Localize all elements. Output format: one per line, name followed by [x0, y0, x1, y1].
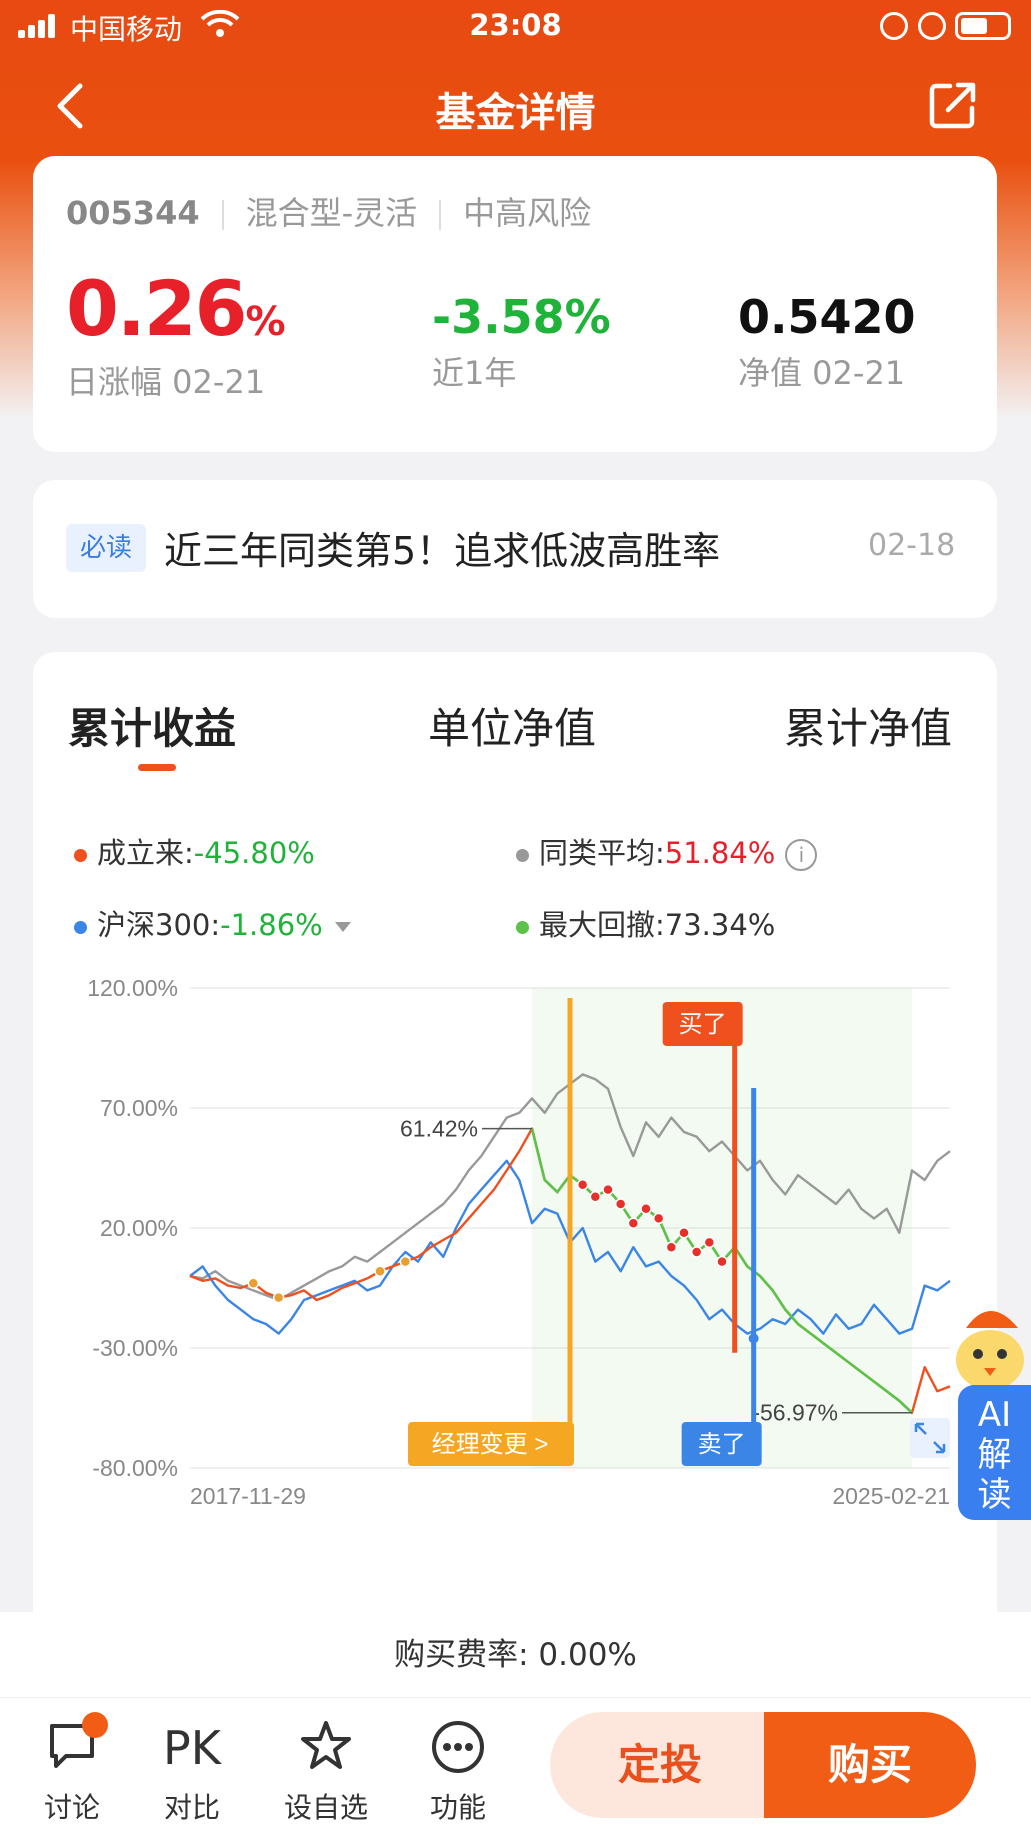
y-tick-label: 120.00%: [87, 975, 178, 1001]
tab-cumulative-nav[interactable]: 累计净值: [784, 695, 952, 756]
trade-dot: [703, 1236, 716, 1249]
discuss-label: 讨论: [43, 1791, 100, 1824]
trade-dot: [640, 1203, 652, 1215]
legend-dot-green: [516, 920, 529, 934]
daily-change-unit: %: [245, 299, 286, 345]
y-tick-label: 20.00%: [100, 1215, 178, 1241]
daily-change-label: 日涨幅 02-21: [66, 363, 266, 401]
trade-dot: [602, 1183, 614, 1196]
legend-label: 最大回撤:: [539, 908, 665, 942]
ai-interpret-button[interactable]: AI解读: [958, 1385, 1031, 1520]
x-end-label: 2025-02-21: [832, 1483, 950, 1509]
trade-dot: [716, 1255, 728, 1268]
performance-chart[interactable]: 120.00% 70.00% 20.00% -30.00% -80.00% 2017-11…: [60, 968, 960, 1588]
news-headline[interactable]: 近三年同类第5！追求低波高胜率: [164, 520, 720, 575]
dividend-dot: [272, 1291, 285, 1304]
tab-cumulative-return[interactable]: 累计收益: [68, 695, 236, 756]
tab-unit-nav[interactable]: 单位净值: [428, 695, 596, 756]
legend-since-inception: 成立来:-45.80%: [74, 830, 315, 872]
trade-dot: [690, 1246, 703, 1258]
share-icon[interactable]: [928, 80, 978, 130]
legend-value: -45.80%: [193, 836, 315, 870]
daily-change-metric: 0.26% 日涨幅 02-21: [66, 264, 286, 403]
daily-change-value: 0.26: [66, 264, 248, 353]
watchlist-label: 设自选: [283, 1791, 368, 1824]
add-watchlist-button[interactable]: 设自选: [276, 1718, 376, 1826]
y-tick-label: -30.00%: [92, 1335, 178, 1361]
trough-label: -56.97%: [752, 1400, 838, 1426]
y-tick-label: -80.00%: [92, 1455, 178, 1481]
star-icon: [301, 1721, 351, 1769]
nav-value: 0.5420: [738, 290, 916, 344]
sell-label[interactable]: 卖了: [698, 1431, 746, 1458]
manager-change-label[interactable]: 经理变更 >: [432, 1431, 549, 1458]
more-label: 功能: [429, 1791, 486, 1824]
battery-icon: [955, 12, 1011, 40]
fund-risk: 中高风险: [463, 194, 592, 232]
x-start-label: 2017-11-29: [190, 1483, 306, 1509]
year-change-label: 近1年: [432, 354, 517, 392]
rotation-lock-icon: [880, 12, 908, 40]
sell-point: [748, 1333, 759, 1344]
info-icon[interactable]: i: [785, 839, 818, 871]
legend-label: 成立来:: [97, 836, 194, 870]
news-date: 02-18: [868, 528, 956, 563]
peak-label: 61.42%: [400, 1116, 478, 1142]
dividend-dot: [247, 1277, 260, 1289]
alarm-icon: [918, 12, 946, 40]
drawdown-shade: [532, 988, 912, 1468]
legend-hs300[interactable]: 沪深300:-1.86%: [74, 902, 351, 944]
more-icon: [432, 1721, 484, 1773]
fee-label: 购买费率:: [394, 1637, 529, 1673]
legend-dot-blue: [74, 920, 87, 934]
status-bar: 中国移动 23:08: [0, 0, 1031, 52]
nav-metric: 0.5420 净值 02-21: [738, 290, 916, 394]
legend-peer-average: 同类平均:51.84% i: [516, 830, 818, 872]
fund-tags: 005344 混合型-灵活 中高风险: [66, 188, 591, 234]
notification-dot: [82, 1712, 108, 1738]
y-tick-label: 70.00%: [100, 1095, 178, 1121]
nav-label: 净值 02-21: [738, 354, 906, 392]
nav-bar: 基金详情: [0, 52, 1031, 156]
purchase-fee-row: 购买费率: 0.00%: [0, 1612, 1031, 1698]
legend-value: -1.86%: [220, 908, 323, 942]
must-read-badge: 必读: [66, 524, 146, 572]
year-change-value: -3.58%: [432, 290, 611, 344]
mascot-icon[interactable]: [948, 1298, 1031, 1394]
trade-dot: [665, 1241, 678, 1253]
trade-dot: [576, 1179, 589, 1191]
trade-dot: [614, 1198, 627, 1210]
year-change-metric: -3.58% 近1年: [432, 290, 611, 394]
discuss-button[interactable]: 讨论: [22, 1712, 122, 1826]
page-title: 基金详情: [435, 90, 596, 136]
dividend-dot: [399, 1255, 412, 1268]
dropdown-caret-icon[interactable]: [334, 922, 351, 932]
pk-icon: PK: [163, 1721, 221, 1775]
legend-dot-gray: [516, 848, 529, 862]
trade-dot: [627, 1217, 640, 1229]
legend-max-drawdown: 最大回撤:73.34%: [516, 902, 775, 944]
legend-dot-orange: [74, 848, 87, 862]
trade-dot: [652, 1212, 665, 1225]
fixed-investment-button[interactable]: 定投: [550, 1712, 770, 1818]
compare-button[interactable]: PK 对比: [142, 1718, 242, 1826]
buy-label[interactable]: 买了: [679, 1011, 727, 1038]
active-tab-indicator: [138, 764, 176, 771]
fund-code: 005344: [66, 194, 200, 232]
compare-label: 对比: [163, 1791, 220, 1824]
legend-value: 73.34%: [664, 908, 776, 942]
bottom-action-bar: 讨论 PK 对比 设自选 功能 定投 购买: [0, 1698, 1031, 1832]
trade-dot: [678, 1227, 690, 1239]
more-functions-button[interactable]: 功能: [408, 1718, 508, 1826]
status-time: 23:08: [469, 8, 562, 42]
trade-dot: [589, 1191, 602, 1203]
buy-button[interactable]: 购买: [764, 1712, 976, 1818]
dividend-dot: [374, 1265, 386, 1277]
legend-label: 沪深300:: [97, 908, 221, 942]
legend-label: 同类平均:: [539, 836, 665, 870]
legend-value: 51.84%: [664, 836, 776, 870]
fee-value: 0.00%: [538, 1637, 637, 1673]
fund-type: 混合型-灵活: [245, 194, 418, 232]
